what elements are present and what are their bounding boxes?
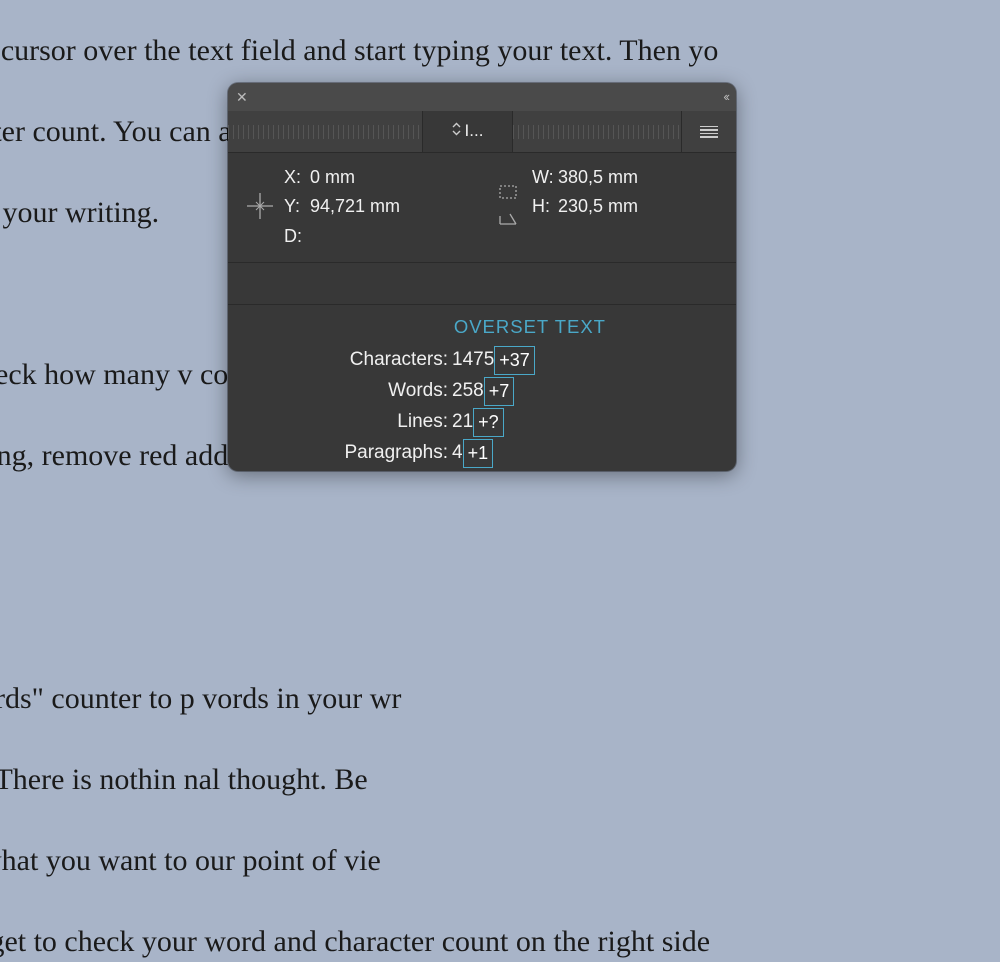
- lines-overset: +?: [473, 408, 504, 437]
- words-overset: +7: [484, 377, 515, 406]
- info-panel: ✕ ‹‹ I...: [228, 83, 736, 471]
- transform-section: X:0 mm Y:94,721 mm D: W:380,5 mm H:230,5…: [228, 153, 736, 263]
- text-stats-section: OVERSET TEXT Characters: 1475 +37 Words:…: [228, 305, 736, 468]
- characters-overset: +37: [494, 346, 535, 375]
- height-value[interactable]: H:230,5 mm: [532, 194, 638, 218]
- d-value[interactable]: D:: [284, 224, 400, 248]
- tab-hidden-left[interactable]: [228, 111, 423, 152]
- tab-label: I...: [465, 120, 484, 143]
- panel-titlebar[interactable]: ✕ ‹‹: [228, 83, 736, 111]
- paragraphs-stat: Paragraphs: 4 +1: [328, 439, 493, 468]
- tab-info[interactable]: I...: [423, 111, 513, 152]
- hamburger-icon: [700, 126, 718, 138]
- empty-section: [228, 263, 736, 305]
- tab-hidden-right[interactable]: [513, 111, 682, 152]
- angle-value[interactable]: [532, 224, 638, 248]
- x-position[interactable]: X:0 mm: [284, 165, 400, 189]
- panel-menu-button[interactable]: [682, 111, 736, 152]
- collapse-icon[interactable]: ‹‹: [723, 88, 728, 106]
- y-position[interactable]: Y:94,721 mm: [284, 194, 400, 218]
- paragraphs-overset: +1: [463, 439, 494, 468]
- panel-tabs: I...: [228, 111, 736, 153]
- characters-stat: Characters: 1475 +37: [328, 346, 535, 375]
- expand-collapse-icon[interactable]: [452, 122, 461, 141]
- close-icon[interactable]: ✕: [236, 88, 248, 107]
- reference-point-icon[interactable]: [246, 176, 274, 236]
- words-stat: Words: 258 +7: [328, 377, 514, 406]
- overset-text-label: OVERSET TEXT: [228, 315, 714, 340]
- dimensions-icon[interactable]: [494, 176, 522, 236]
- lines-stat: Lines: 21 +?: [328, 408, 504, 437]
- width-value[interactable]: W:380,5 mm: [532, 165, 638, 189]
